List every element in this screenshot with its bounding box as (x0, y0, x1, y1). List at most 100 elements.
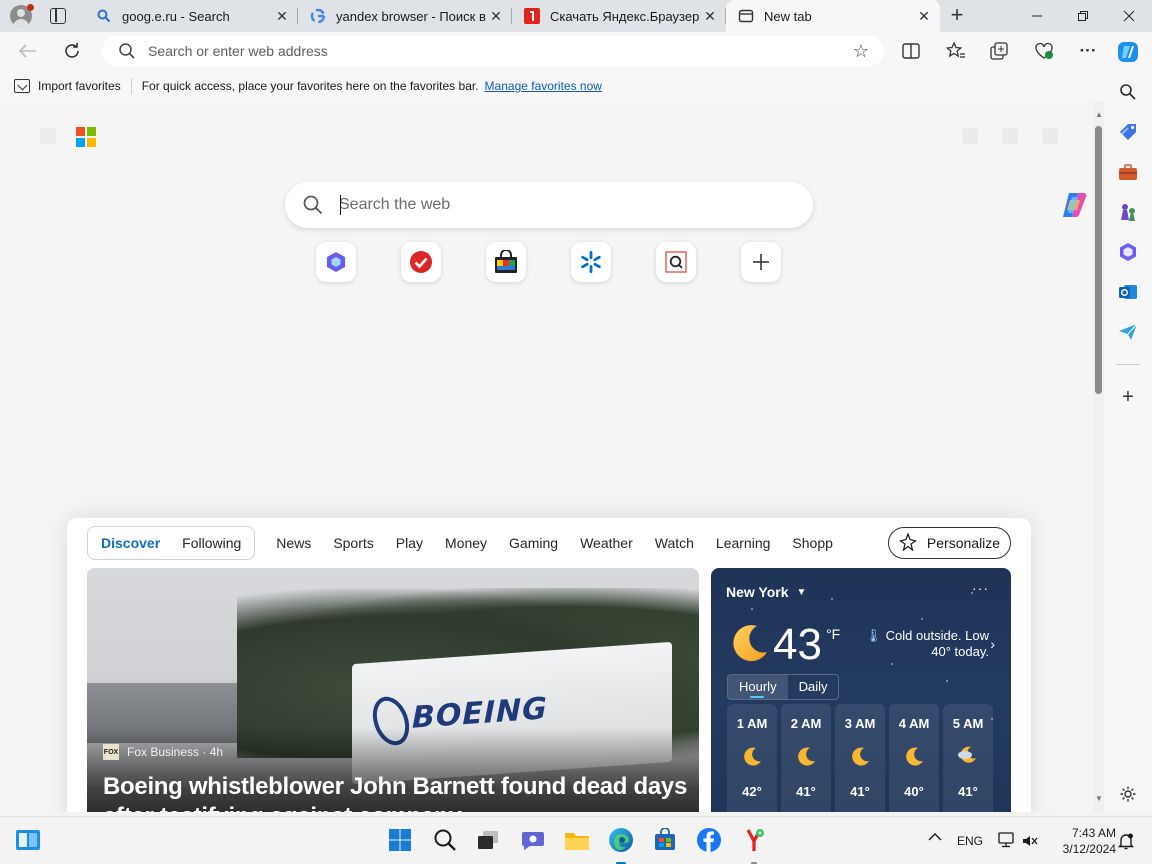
web-search-box[interactable] (285, 182, 1087, 228)
tab-discover[interactable]: Discover (90, 535, 171, 551)
microsoft-store-icon[interactable] (651, 826, 679, 854)
tab-daily[interactable]: Daily (788, 675, 839, 699)
import-favorites-button[interactable]: Import favorites (14, 79, 121, 93)
notifications-bell-icon[interactable] (1117, 832, 1135, 853)
tab-hourly[interactable]: Hourly (728, 675, 788, 699)
add-sidebar-app-icon[interactable]: + (1118, 386, 1138, 408)
hour-forecast-item[interactable]: 5 AM 41° (943, 704, 993, 812)
tab-actions-icon[interactable] (50, 8, 66, 24)
tab-strip: goog.e.ru - Search ✕ yandex browser - По… (0, 0, 1152, 32)
scrollbar-thumb[interactable] (1095, 126, 1102, 394)
rewards-icon[interactable] (962, 128, 978, 144)
hero-article-card[interactable]: BOEING FOX Fox Business · 4h Boeing whis… (87, 568, 699, 812)
favorite-star-icon[interactable]: ☆ (853, 41, 869, 61)
quicklink-microsoft-365[interactable] (316, 242, 356, 282)
split-screen-icon[interactable] (899, 39, 923, 63)
teams-chat-icon[interactable] (519, 826, 547, 854)
volume-muted-icon[interactable] (1022, 834, 1038, 851)
tab-close-icon[interactable]: ✕ (700, 8, 720, 25)
tab-money[interactable]: Money (434, 535, 498, 551)
chevron-right-icon[interactable]: › (990, 636, 995, 652)
new-tab-plus-icon[interactable]: + (946, 4, 968, 27)
facebook-icon[interactable] (695, 826, 723, 854)
quicklink-search-q[interactable] (656, 242, 696, 282)
tab-close-icon[interactable]: ✕ (914, 8, 934, 25)
shopping-tag-icon[interactable] (1118, 122, 1138, 142)
sidebar-settings-gear-icon[interactable] (1118, 784, 1138, 804)
clock-date: 3/12/2024 (1062, 842, 1116, 856)
address-input[interactable] (148, 41, 828, 61)
hour-forecast-item[interactable]: 4 AM 40° (889, 704, 939, 812)
start-windows-icon[interactable] (386, 826, 414, 854)
microsoft-365-icon[interactable] (1118, 242, 1138, 262)
settings-more-icon[interactable]: ··· (1076, 39, 1100, 63)
games-chess-icon[interactable] (1118, 202, 1138, 222)
notifications-icon[interactable] (1002, 128, 1018, 144)
favorites-icon[interactable] (944, 39, 968, 63)
tab-watch[interactable]: Watch (644, 535, 705, 551)
page-settings-icon[interactable] (1042, 128, 1058, 144)
more-options-icon[interactable]: ··· (972, 580, 989, 596)
minimize-icon[interactable] (1014, 0, 1060, 32)
collections-icon[interactable] (988, 39, 1012, 63)
tab-news[interactable]: News (265, 535, 322, 551)
tab-weather[interactable]: Weather (569, 535, 644, 551)
tools-briefcase-icon[interactable] (1118, 162, 1138, 182)
weather-location[interactable]: New York ▼ (726, 584, 806, 600)
copilot-icon[interactable] (1116, 40, 1140, 64)
show-hidden-icons-chevron-up-icon[interactable] (928, 831, 942, 845)
taskbar-search-icon[interactable] (431, 826, 459, 854)
refresh-icon[interactable] (60, 39, 84, 63)
tab-gaming[interactable]: Gaming (498, 535, 569, 551)
back-arrow-icon[interactable] (16, 39, 40, 63)
tab-newtab[interactable]: New tab ✕ (726, 0, 940, 32)
weather-location-label: New York (726, 584, 789, 600)
widgets-icon[interactable] (14, 826, 42, 854)
web-search-input[interactable] (339, 195, 739, 215)
weather-card[interactable]: New York ▼ ··· 43 °F 🌡 Cold outside. Low … (711, 568, 1011, 812)
copilot-icon[interactable] (1059, 191, 1089, 219)
search-icon[interactable] (1118, 82, 1138, 102)
favorites-message: For quick access, place your favorites h… (141, 79, 479, 93)
feed-primary-toggle: Discover Following (87, 526, 256, 560)
system-clock[interactable]: 7:43 AM 3/12/2024 (1052, 825, 1116, 857)
tab-google[interactable]: yandex browser - Поиск в Google ✕ (298, 0, 512, 32)
tab-search[interactable]: goog.e.ru - Search ✕ (84, 0, 298, 32)
apps-grid-icon[interactable] (40, 128, 56, 144)
scroll-down-icon[interactable]: ▼ (1095, 794, 1103, 803)
task-view-icon[interactable] (474, 826, 502, 854)
quicklink-todoist[interactable] (401, 242, 441, 282)
page-scrollbar[interactable]: ▲ ▼ (1093, 102, 1104, 812)
scroll-up-icon[interactable]: ▲ (1095, 110, 1103, 119)
tab-following[interactable]: Following (171, 535, 252, 551)
restore-icon[interactable] (1060, 0, 1106, 32)
yandex-browser-icon[interactable] (740, 826, 768, 864)
quicklink-walmart[interactable] (571, 242, 611, 282)
add-shortcut-button[interactable] (741, 242, 781, 282)
browser-essentials-icon[interactable] (1032, 39, 1056, 63)
network-monitor-icon[interactable] (998, 832, 1016, 851)
file-explorer-icon[interactable] (563, 826, 591, 854)
language-indicator[interactable]: ENG (957, 834, 983, 848)
forecast-temp: 41° (796, 784, 816, 799)
manage-favorites-link[interactable]: Manage favorites now (485, 79, 602, 93)
address-bar[interactable]: ☆ (102, 36, 884, 66)
hour-forecast-item[interactable]: 1 AM 42° (727, 704, 777, 812)
tab-play[interactable]: Play (385, 535, 434, 551)
edge-browser-icon[interactable] (607, 826, 635, 864)
tab-yandex[interactable]: Скачать Яндекс.Браузер ✕ (512, 0, 726, 32)
quicklink-shopping[interactable] (486, 242, 526, 282)
article-headline[interactable]: Boeing whistleblower John Barnett found … (103, 772, 693, 812)
close-window-icon[interactable] (1106, 0, 1152, 32)
hour-forecast-item[interactable]: 3 AM 41° (835, 704, 885, 812)
hour-forecast-item[interactable]: 2 AM 41° (781, 704, 831, 812)
send-plane-icon[interactable] (1118, 322, 1138, 342)
personalize-button[interactable]: Personalize (888, 527, 1011, 559)
tab-shopping[interactable]: Shopp (781, 535, 843, 551)
tab-sports[interactable]: Sports (322, 535, 384, 551)
outlook-icon[interactable] (1118, 282, 1138, 302)
tab-close-icon[interactable]: ✕ (486, 8, 506, 25)
tab-learning[interactable]: Learning (705, 535, 782, 551)
forecast-temp: 40° (904, 784, 924, 799)
tab-close-icon[interactable]: ✕ (272, 8, 292, 25)
